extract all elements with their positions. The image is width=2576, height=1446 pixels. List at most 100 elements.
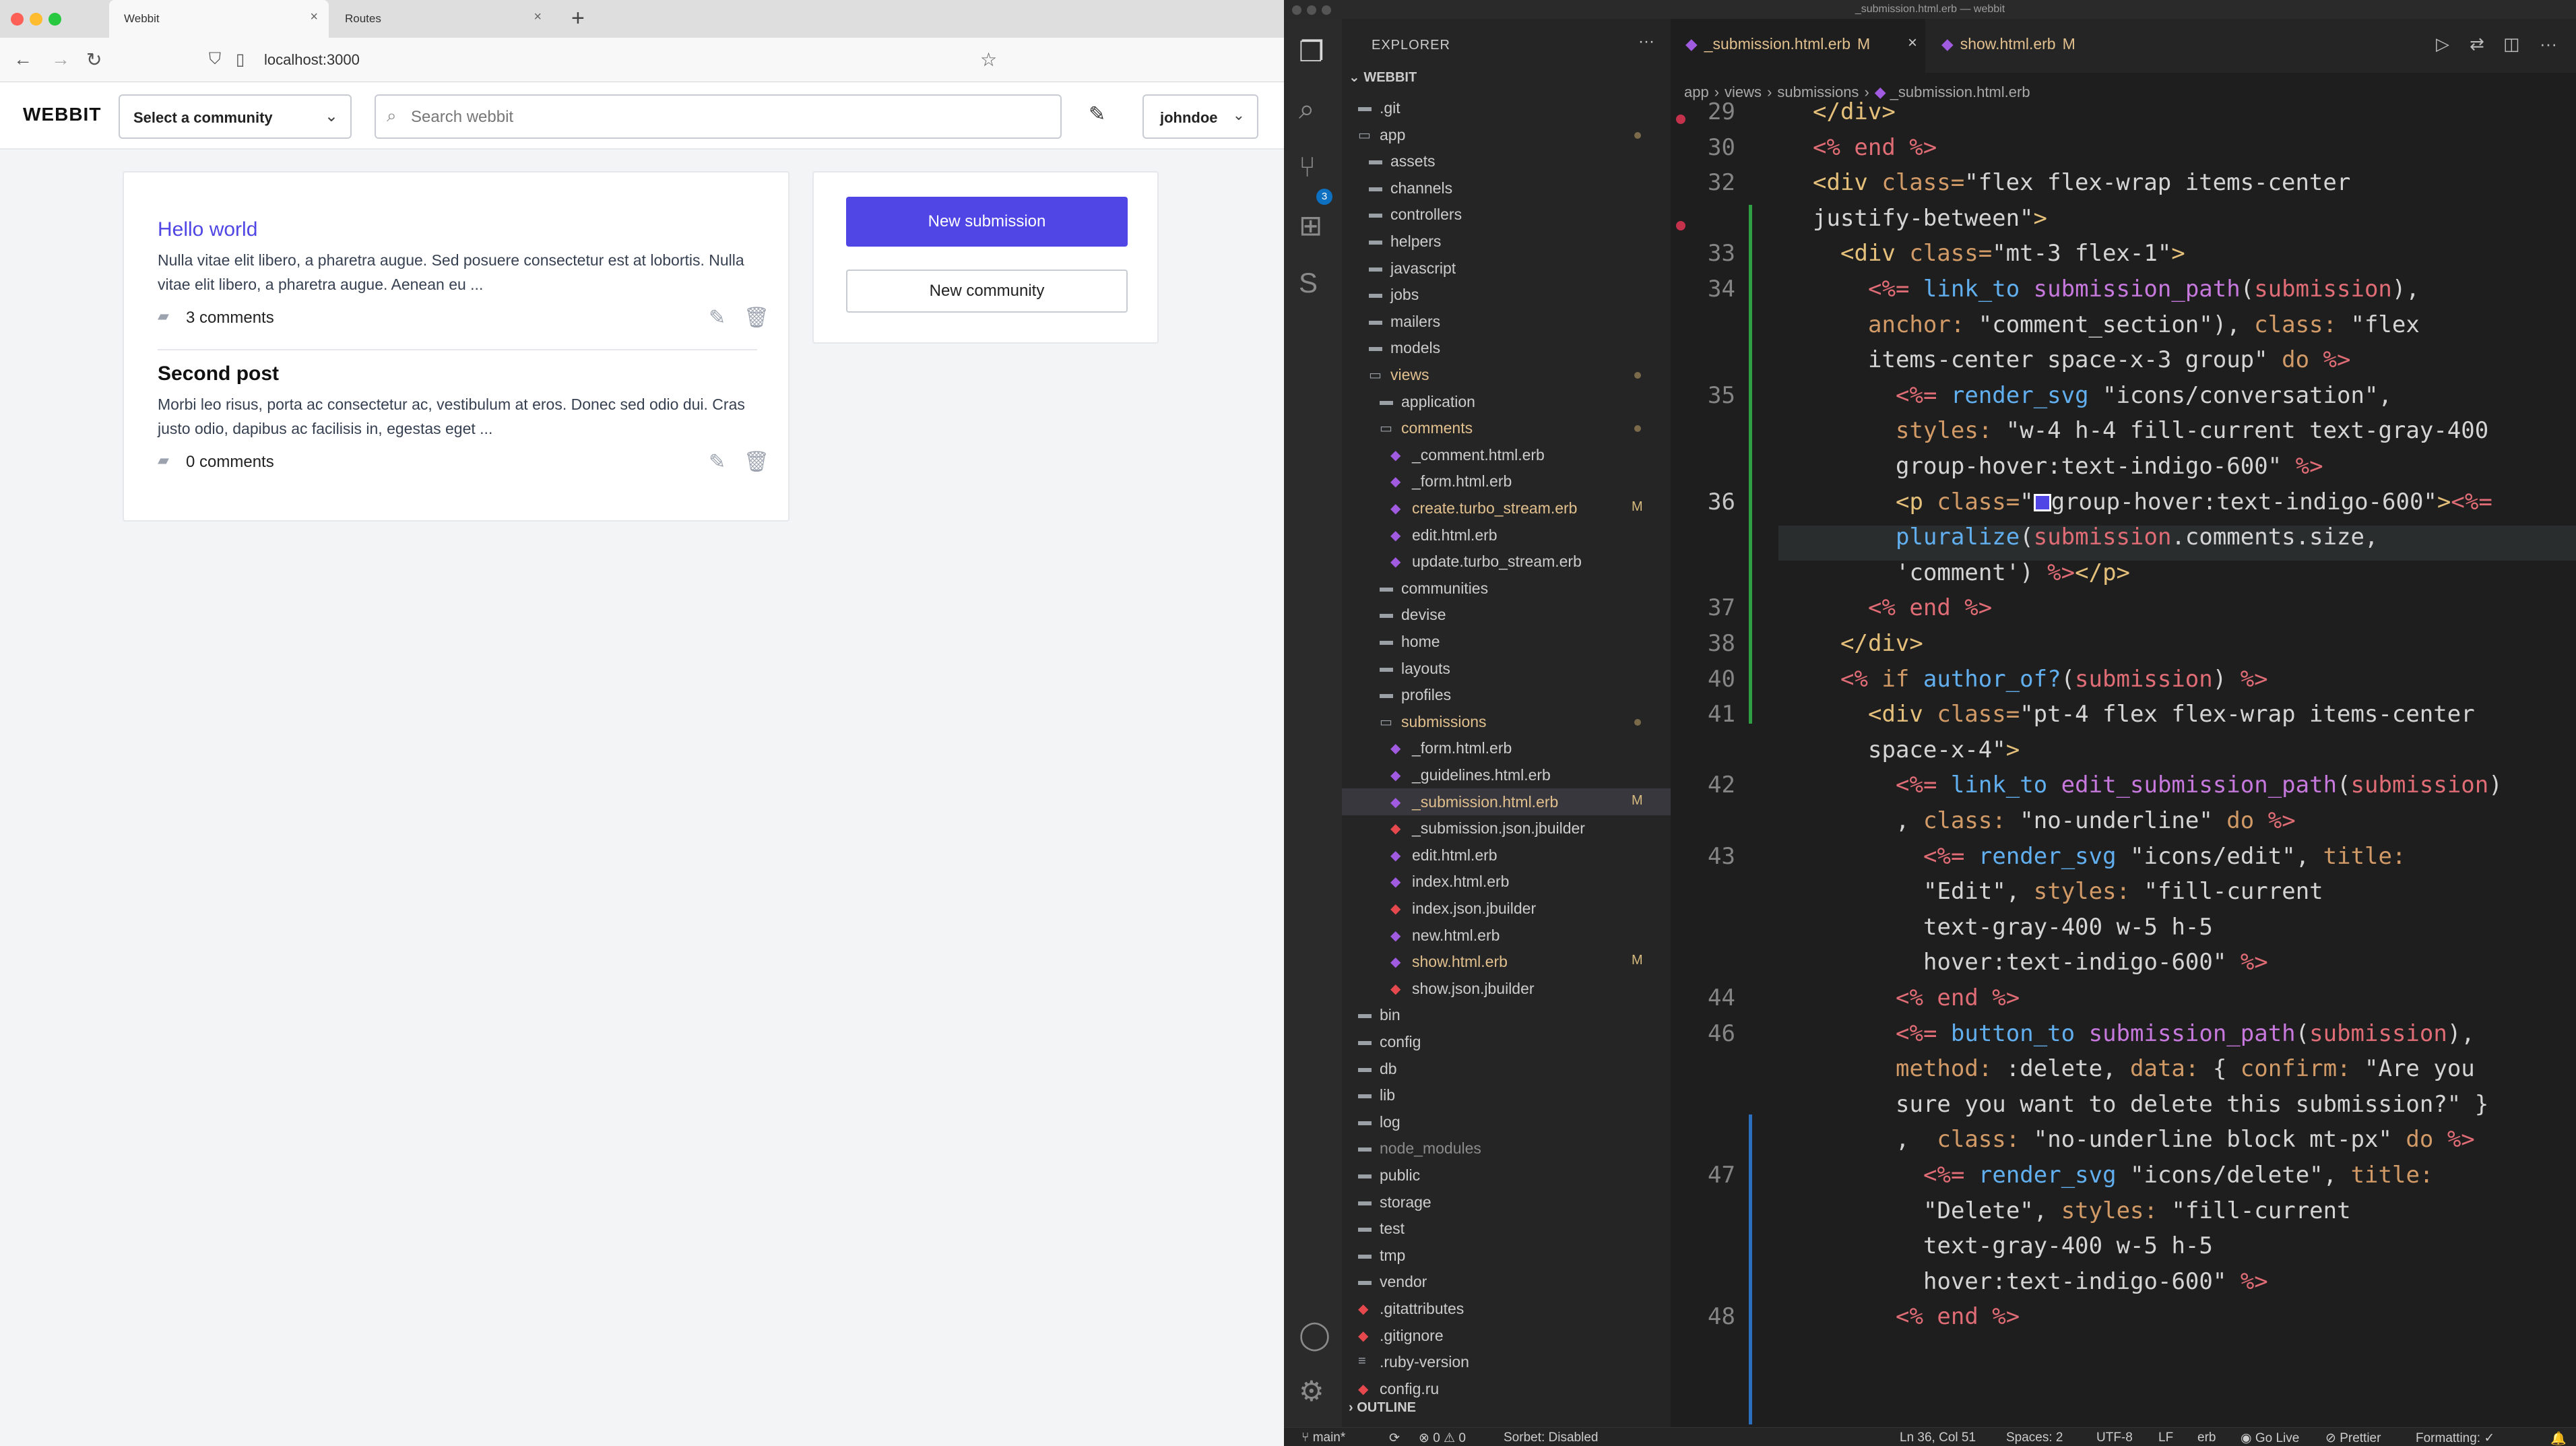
end-of-line[interactable]: LF xyxy=(2158,1431,2173,1445)
sorbet-status[interactable]: Sorbet: Disabled xyxy=(1504,1431,1598,1445)
edit-pencil-icon[interactable]: ✎ xyxy=(709,306,726,329)
tree-folder[interactable]: ▬ controllers xyxy=(1342,201,1671,228)
account-icon[interactable]: ◯ xyxy=(1299,1318,1330,1351)
tree-folder[interactable]: ▬ bin xyxy=(1342,1001,1671,1028)
tree-folder[interactable]: ▬ log xyxy=(1342,1108,1671,1135)
tree-file[interactable]: ◆ config.ru xyxy=(1342,1375,1671,1402)
edit-pencil-icon[interactable]: ✎ xyxy=(709,450,726,474)
new-post-pencil-icon[interactable]: ✎ xyxy=(1089,102,1105,126)
tree-file[interactable]: ◆ _form.html.erb xyxy=(1342,734,1671,761)
editor-tab-submission[interactable]: ◆ _submission.html.erb M × xyxy=(1671,19,1925,73)
tree-file[interactable]: ◆ _submission.json.jbuilder xyxy=(1342,815,1671,842)
tree-folder[interactable]: ▬ helpers xyxy=(1342,228,1671,255)
tree-folder[interactable]: ▬ layouts xyxy=(1342,655,1671,682)
bookmark-star-icon[interactable]: ☆ xyxy=(980,49,997,71)
tree-folder[interactable]: ▬ channels xyxy=(1342,175,1671,201)
tree-folder[interactable]: ▭ app xyxy=(1342,121,1671,148)
browser-tab-routes[interactable]: Routes × xyxy=(330,0,552,38)
submission-title[interactable]: Second post xyxy=(158,363,757,385)
user-menu[interactable]: johndoe ⌄ xyxy=(1142,94,1258,139)
tree-file[interactable]: ◆ create.turbo_stream.erb M xyxy=(1342,495,1671,522)
tree-file[interactable]: ◆ index.json.jbuilder xyxy=(1342,895,1671,922)
tree-folder[interactable]: ▬ jobs xyxy=(1342,281,1671,308)
minimize-window-button[interactable] xyxy=(30,13,42,26)
breakpoint-dot[interactable] xyxy=(1676,115,1685,124)
tree-folder[interactable]: ▬ javascript xyxy=(1342,255,1671,282)
encoding[interactable]: UTF-8 xyxy=(2096,1431,2133,1445)
run-icon[interactable]: ▷ xyxy=(2436,34,2449,55)
tree-folder[interactable]: ▬ node_modules xyxy=(1342,1135,1671,1162)
close-tab-icon[interactable]: × xyxy=(310,9,318,25)
conversation-icon[interactable]: ▰ xyxy=(158,307,169,325)
notifications-bell-icon[interactable]: 🔔 xyxy=(2550,1431,2567,1446)
tree-folder[interactable]: ▭ submissions xyxy=(1342,708,1671,735)
tree-file[interactable]: ◆ new.html.erb xyxy=(1342,922,1671,949)
color-swatch-icon[interactable] xyxy=(2033,494,2051,512)
workspace-root[interactable]: ⌄ WEBBIT xyxy=(1349,69,1417,86)
tree-folder[interactable]: ▭ comments xyxy=(1342,414,1671,441)
tree-file[interactable]: ◆ update.turbo_stream.erb xyxy=(1342,548,1671,575)
tree-folder[interactable]: ▬ profiles xyxy=(1342,681,1671,708)
explorer-files-icon[interactable]: ❐ xyxy=(1299,35,1324,68)
close-tab-icon[interactable]: × xyxy=(1908,34,1917,53)
tree-folder[interactable]: ▬ storage xyxy=(1342,1189,1671,1216)
tree-file[interactable]: ◆ show.json.jbuilder xyxy=(1342,975,1671,1002)
search-box[interactable]: ⌕ xyxy=(375,94,1062,139)
tree-folder[interactable]: ▬ home xyxy=(1342,628,1671,655)
new-submission-button[interactable]: New submission xyxy=(846,197,1128,247)
search-icon[interactable]: ⌕ xyxy=(1299,93,1315,126)
extensions-icon[interactable]: ⊞ xyxy=(1299,209,1322,242)
editor-tab-show[interactable]: ◆ show.html.erb M xyxy=(1927,19,2095,73)
cursor-position[interactable]: Ln 36, Col 51 xyxy=(1900,1431,1976,1445)
sorbet-icon[interactable]: S xyxy=(1299,267,1318,299)
back-arrow-icon[interactable]: ← xyxy=(13,49,32,70)
settings-gear-icon[interactable]: ⚙ xyxy=(1299,1375,1324,1408)
breakpoint-dot[interactable] xyxy=(1676,221,1685,230)
go-live[interactable]: ◉ Go Live xyxy=(2241,1431,2299,1446)
prettier[interactable]: ⊘ Prettier xyxy=(2325,1431,2381,1446)
outline-section[interactable]: › OUTLINE xyxy=(1349,1400,1416,1416)
tree-file[interactable]: ◆ .gitattributes xyxy=(1342,1295,1671,1322)
formatting-status[interactable]: Formatting: ✓ xyxy=(2416,1431,2494,1446)
shield-icon[interactable]: ⛉ xyxy=(209,50,221,69)
tree-folder[interactable]: ▬ public xyxy=(1342,1162,1671,1189)
tree-file[interactable]: ◆ .gitignore xyxy=(1342,1322,1671,1349)
tree-file[interactable]: ◆ edit.html.erb xyxy=(1342,842,1671,869)
submission-title[interactable]: Hello world xyxy=(158,218,757,241)
url-text[interactable]: localhost:3000 xyxy=(264,51,360,69)
community-select[interactable]: Select a community ⌄ xyxy=(119,94,352,139)
comment-count-link[interactable]: 0 comments xyxy=(186,453,274,472)
tree-file[interactable]: ◆ _form.html.erb xyxy=(1342,468,1671,495)
tree-folder[interactable]: ▬ test xyxy=(1342,1215,1671,1242)
tree-folder[interactable]: ▭ views xyxy=(1342,361,1671,388)
tree-folder[interactable]: ▬ vendor xyxy=(1342,1268,1671,1295)
tree-file[interactable]: ◆ show.html.erb M xyxy=(1342,948,1671,975)
trash-icon[interactable]: 🗑 xyxy=(744,306,769,329)
tree-folder[interactable]: ▬ models xyxy=(1342,334,1671,361)
git-branch[interactable]: ⑂ main* xyxy=(1301,1431,1345,1445)
tree-file[interactable]: ◆ _guidelines.html.erb xyxy=(1342,761,1671,788)
tree-file[interactable]: ≡ .ruby-version xyxy=(1342,1348,1671,1375)
tree-file[interactable]: ◆ index.html.erb xyxy=(1342,868,1671,895)
tree-file[interactable]: ◆ _submission.html.erb M xyxy=(1342,788,1671,815)
open-changes-icon[interactable]: ⇄ xyxy=(2470,34,2484,55)
tree-folder[interactable]: ▬ lib xyxy=(1342,1081,1671,1108)
tree-file[interactable]: ◆ _comment.html.erb xyxy=(1342,441,1671,468)
source-control-icon[interactable]: ⑂ xyxy=(1299,151,1316,183)
tree-folder[interactable]: ▬ devise xyxy=(1342,601,1671,628)
tree-folder[interactable]: ▬ mailers xyxy=(1342,308,1671,335)
browser-tab-webbit[interactable]: Webbit × xyxy=(109,0,329,38)
indentation[interactable]: Spaces: 2 xyxy=(2006,1431,2063,1445)
code-editor[interactable]: 29 </div> 30 <% end %> 32 <div class="flex fl… xyxy=(1671,98,2576,1424)
more-actions-icon[interactable]: ··· xyxy=(1638,32,1654,51)
breadcrumb-item[interactable]: _submission.html.erb xyxy=(1890,84,2030,100)
address-bar[interactable]: ⛉ ▯ localhost:3000 ☆ xyxy=(202,44,1010,75)
split-editor-icon[interactable]: ◫ xyxy=(2503,34,2520,55)
tree-folder[interactable]: ▬ tmp xyxy=(1342,1242,1671,1269)
reload-icon[interactable]: ↻ xyxy=(86,49,102,71)
tree-folder[interactable]: ▬ .git xyxy=(1342,94,1671,121)
tree-file[interactable]: ◆ edit.html.erb xyxy=(1342,522,1671,548)
forward-arrow-icon[interactable]: → xyxy=(51,49,70,70)
site-logo[interactable]: WEBBIT xyxy=(23,104,101,125)
close-window-button[interactable] xyxy=(11,13,24,26)
